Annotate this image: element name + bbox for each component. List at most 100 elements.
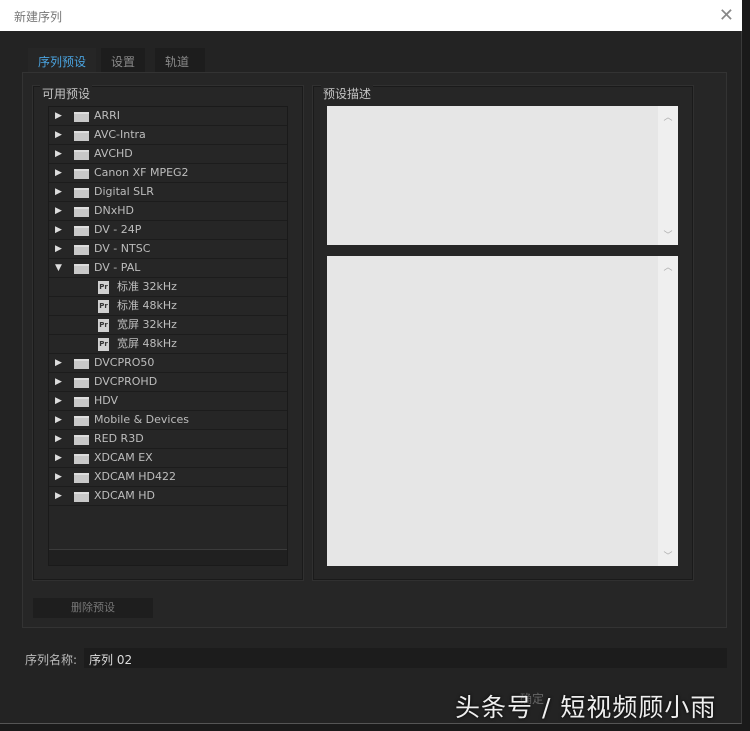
folder-label: Mobile & Devices <box>94 413 190 426</box>
folder-label: HDV <box>94 394 119 407</box>
folder-label: RED R3D <box>94 432 144 445</box>
preset-folder[interactable]: ▶ DVCPRO50 <box>49 354 287 373</box>
folder-label: ARRI <box>94 109 121 122</box>
preset-label: 标准 48kHz <box>117 299 177 312</box>
folder-icon <box>74 435 89 445</box>
horizontal-scrollbar[interactable] <box>49 549 287 565</box>
folder-icon <box>74 150 89 160</box>
preset-label: 标准 32kHz <box>117 280 177 293</box>
collapsed-arrow-icon[interactable]: ▶ <box>55 202 62 220</box>
folder-icon <box>74 264 89 274</box>
preset-folder[interactable]: ▶ DV - NTSC <box>49 240 287 259</box>
vertical-scrollbar[interactable]: ︿ ﹀ <box>658 256 678 566</box>
collapsed-arrow-icon[interactable]: ▶ <box>55 430 62 448</box>
premiere-preset-icon: Pr <box>98 338 109 351</box>
preset-details-text[interactable]: ︿ ﹀ <box>327 256 678 566</box>
preset-folder[interactable]: ▶ RED R3D <box>49 430 287 449</box>
premiere-preset-icon: Pr <box>98 281 109 294</box>
folder-label: DV - PAL <box>94 261 141 274</box>
folder-label: Digital SLR <box>94 185 154 198</box>
premiere-preset-icon: Pr <box>98 300 109 313</box>
collapsed-arrow-icon[interactable]: ▶ <box>55 487 62 505</box>
sequence-name-label: 序列名称: <box>25 653 78 667</box>
folder-label: XDCAM EX <box>94 451 153 464</box>
scroll-down-icon[interactable]: ﹀ <box>658 228 678 241</box>
title-bar: 新建序列 ✕ <box>0 0 742 31</box>
sequence-name-input[interactable]: 序列 02 <box>84 648 727 668</box>
preset-folder[interactable]: ▶ DNxHD <box>49 202 287 221</box>
preset-folder[interactable]: ▶ XDCAM HD <box>49 487 287 506</box>
folder-icon <box>74 169 89 179</box>
tab-sequence-presets[interactable]: 序列预设 <box>28 48 97 73</box>
folder-icon <box>74 473 89 483</box>
collapsed-arrow-icon[interactable]: ▶ <box>55 183 62 201</box>
premiere-preset-icon: Pr <box>98 319 109 332</box>
folder-icon <box>74 245 89 255</box>
preset-folder[interactable]: ▶ XDCAM HD422 <box>49 468 287 487</box>
folder-icon <box>74 359 89 369</box>
folder-icon <box>74 416 89 426</box>
collapsed-arrow-icon[interactable]: ▶ <box>55 164 62 182</box>
preset-tree[interactable]: ▶ ARRI ▶ AVC-Intra ▶ AVCHD ▶ Canon XF MPEG2 ▶ Dig… <box>48 106 288 566</box>
preset-folder[interactable]: ▶ HDV <box>49 392 287 411</box>
folder-label: AVC-Intra <box>94 128 146 141</box>
preset-folder[interactable]: ▶ Mobile & Devices <box>49 411 287 430</box>
scroll-down-icon[interactable]: ﹀ <box>658 549 678 562</box>
folder-icon <box>74 378 89 388</box>
scroll-up-icon[interactable]: ︿ <box>658 260 678 273</box>
folder-icon <box>74 207 89 217</box>
collapsed-arrow-icon[interactable]: ▶ <box>55 107 62 125</box>
preset-folder[interactable]: ▶ XDCAM EX <box>49 449 287 468</box>
folder-icon <box>74 112 89 122</box>
folder-label: XDCAM HD <box>94 489 155 502</box>
collapsed-arrow-icon[interactable]: ▶ <box>55 392 62 410</box>
dialog-title: 新建序列 <box>14 10 63 24</box>
preset-folder[interactable]: ▶ Canon XF MPEG2 <box>49 164 287 183</box>
preset-folder[interactable]: ▶ ARRI <box>49 107 287 126</box>
available-presets-label: 可用预设 <box>40 85 93 102</box>
folder-icon <box>74 454 89 464</box>
tab-tracks[interactable]: 轨道 <box>155 48 205 73</box>
folder-label: XDCAM HD422 <box>94 470 176 483</box>
preset-item[interactable]: Pr 标准 32kHz <box>49 278 287 297</box>
folder-label: AVCHD <box>94 147 133 160</box>
scroll-up-icon[interactable]: ︿ <box>658 110 678 123</box>
close-icon[interactable]: ✕ <box>719 5 734 26</box>
expanded-arrow-icon[interactable]: ▼ <box>55 259 62 277</box>
preset-folder[interactable]: ▶ AVC-Intra <box>49 126 287 145</box>
preset-folder[interactable]: ▶ DV - 24P <box>49 221 287 240</box>
folder-label: DVCPRO50 <box>94 356 155 369</box>
preset-folder[interactable]: ▶ AVCHD <box>49 145 287 164</box>
vertical-scrollbar[interactable]: ︿ ﹀ <box>658 106 678 245</box>
delete-preset-button[interactable]: 删除预设 <box>33 598 153 618</box>
preset-description-label: 预设描述 <box>321 85 374 102</box>
folder-icon <box>74 226 89 236</box>
collapsed-arrow-icon[interactable]: ▶ <box>55 468 62 486</box>
folder-label: DVCPROHD <box>94 375 158 388</box>
preset-item[interactable]: Pr 宽屏 32kHz <box>49 316 287 335</box>
folder-icon <box>74 188 89 198</box>
preset-label: 宽屏 32kHz <box>117 318 177 331</box>
preset-description-text[interactable]: ︿ ﹀ <box>327 106 678 245</box>
preset-folder[interactable]: ▶ DVCPROHD <box>49 373 287 392</box>
preset-folder[interactable]: ▶ Digital SLR <box>49 183 287 202</box>
folder-label: DNxHD <box>94 204 134 217</box>
collapsed-arrow-icon[interactable]: ▶ <box>55 126 62 144</box>
collapsed-arrow-icon[interactable]: ▶ <box>55 373 62 391</box>
preset-folder[interactable]: ▼ DV - PAL <box>49 259 287 278</box>
collapsed-arrow-icon[interactable]: ▶ <box>55 449 62 467</box>
preset-item[interactable]: Pr 标准 48kHz <box>49 297 287 316</box>
folder-label: DV - 24P <box>94 223 142 236</box>
collapsed-arrow-icon[interactable]: ▶ <box>55 221 62 239</box>
collapsed-arrow-icon[interactable]: ▶ <box>55 145 62 163</box>
collapsed-arrow-icon[interactable]: ▶ <box>55 411 62 429</box>
collapsed-arrow-icon[interactable]: ▶ <box>55 354 62 372</box>
new-sequence-dialog: 新建序列 ✕ 序列预设 设置 轨道 可用预设 ▶ ARRI ▶ AVC-Intra ▶ A… <box>0 0 742 724</box>
folder-label: Canon XF MPEG2 <box>94 166 189 179</box>
collapsed-arrow-icon[interactable]: ▶ <box>55 240 62 258</box>
watermark: 头条号 / 短视频顾小雨 <box>455 693 717 722</box>
tab-settings[interactable]: 设置 <box>101 48 146 73</box>
folder-label: DV - NTSC <box>94 242 151 255</box>
preset-item[interactable]: Pr 宽屏 48kHz <box>49 335 287 354</box>
folder-icon <box>74 492 89 502</box>
